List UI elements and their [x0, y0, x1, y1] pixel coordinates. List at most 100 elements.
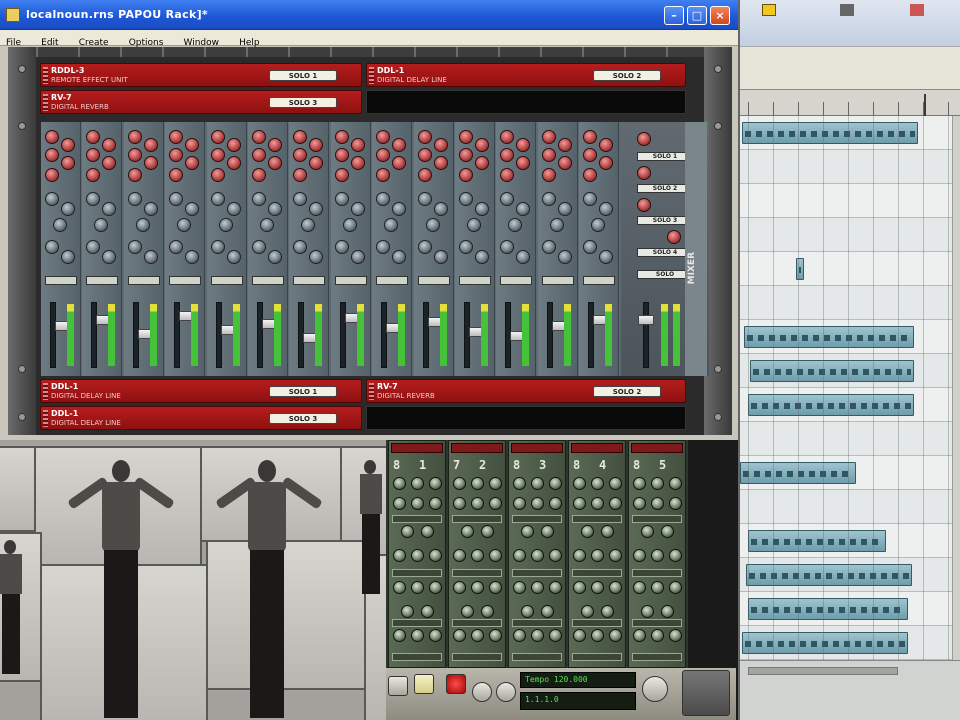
synth-knob[interactable]: [549, 477, 562, 490]
device-rv7-bottom[interactable]: RV-7 DIGITAL REVERB SOLO 2: [366, 379, 686, 403]
aux-send-knob[interactable]: [252, 192, 266, 206]
eq-knob[interactable]: [334, 168, 349, 182]
channel-label-strip[interactable]: [252, 276, 284, 285]
aux-send-knob[interactable]: [169, 240, 184, 254]
device-grip-icon[interactable]: [369, 67, 374, 84]
channel-fader-track[interactable]: [91, 302, 113, 368]
aux-send-knob[interactable]: [475, 250, 489, 264]
aux-send-knob[interactable]: [433, 250, 448, 264]
synth-knob[interactable]: [609, 549, 622, 562]
eq-knob[interactable]: [599, 138, 614, 152]
synth-knob[interactable]: [411, 497, 424, 510]
sequencer-track-lane[interactable]: [740, 320, 952, 354]
channel-fader-track[interactable]: [464, 302, 485, 368]
eq-knob[interactable]: [541, 168, 556, 182]
note-clip[interactable]: [744, 326, 914, 348]
fast-forward-button[interactable]: [496, 682, 516, 702]
channel-label-strip[interactable]: [417, 276, 450, 285]
aux-send-knob[interactable]: [516, 202, 531, 216]
aux-send-knob[interactable]: [61, 250, 75, 264]
synth-knob[interactable]: [661, 525, 674, 538]
synth-knob[interactable]: [489, 477, 502, 490]
eq-knob[interactable]: [169, 130, 184, 144]
eq-knob[interactable]: [293, 168, 308, 182]
synth-knob[interactable]: [633, 581, 646, 594]
eq-knob[interactable]: [45, 148, 59, 162]
aux-send-knob[interactable]: [309, 202, 324, 216]
synth-knob[interactable]: [513, 581, 526, 594]
aux-send-knob[interactable]: [342, 218, 357, 232]
channel-fader-track[interactable]: [132, 302, 154, 368]
eq-knob[interactable]: [86, 130, 101, 144]
eq-knob[interactable]: [102, 138, 117, 152]
channel-fader-track[interactable]: [381, 302, 403, 368]
eq-knob[interactable]: [102, 156, 117, 170]
synth-knob[interactable]: [573, 497, 586, 510]
channel-fader-track[interactable]: [588, 302, 610, 368]
channel-fader-track[interactable]: [215, 302, 237, 368]
note-clip[interactable]: [746, 564, 912, 586]
aux-send-knob[interactable]: [583, 192, 598, 206]
note-clip[interactable]: [748, 530, 886, 552]
eq-knob[interactable]: [226, 138, 241, 152]
aux-send-knob[interactable]: [293, 192, 308, 206]
device-grip-icon[interactable]: [43, 410, 48, 427]
aux-send-knob[interactable]: [557, 202, 572, 216]
aux-send-knob[interactable]: [86, 192, 101, 206]
aux-send-knob[interactable]: [334, 192, 349, 206]
synth-knob[interactable]: [601, 525, 614, 538]
synth-knob[interactable]: [531, 549, 544, 562]
aux-send-knob[interactable]: [268, 202, 282, 216]
synth-knob[interactable]: [471, 581, 484, 594]
synth-knob[interactable]: [513, 477, 526, 490]
sequencer-track-lane[interactable]: [740, 422, 952, 456]
synth-knob[interactable]: [489, 497, 502, 510]
eq-knob[interactable]: [334, 130, 349, 144]
eq-knob[interactable]: [127, 148, 142, 162]
aux-send-knob[interactable]: [86, 240, 101, 254]
sequencer-track-lane[interactable]: [740, 150, 952, 184]
eq-knob[interactable]: [459, 168, 473, 182]
device-grip-icon[interactable]: [43, 383, 48, 400]
eq-knob[interactable]: [392, 138, 407, 152]
maximize-button[interactable]: □: [687, 6, 707, 25]
eq-knob[interactable]: [475, 138, 489, 152]
channel-fader-track[interactable]: [339, 302, 361, 368]
synth-knob[interactable]: [531, 477, 544, 490]
eq-knob[interactable]: [541, 130, 556, 144]
synth-knob[interactable]: [573, 581, 586, 594]
synth-knob[interactable]: [471, 497, 484, 510]
synth-knob[interactable]: [541, 525, 554, 538]
synth-knob[interactable]: [591, 549, 604, 562]
device-patch-button[interactable]: SOLO 1: [269, 386, 337, 397]
synth-knob[interactable]: [429, 497, 442, 510]
sequencer-track-lane[interactable]: [740, 286, 952, 320]
master-knob[interactable]: [667, 230, 681, 244]
aux-send-knob[interactable]: [599, 250, 614, 264]
synth-knob[interactable]: [461, 605, 474, 618]
aux-send-knob[interactable]: [61, 202, 75, 216]
synth-knob[interactable]: [393, 477, 406, 490]
device-grip-icon[interactable]: [43, 67, 48, 84]
synth-knob[interactable]: [481, 605, 494, 618]
aux-send-knob[interactable]: [127, 240, 142, 254]
eq-knob[interactable]: [210, 168, 225, 182]
aux-send-knob[interactable]: [143, 202, 158, 216]
channel-label-strip[interactable]: [459, 276, 491, 285]
synth-knob[interactable]: [591, 497, 604, 510]
aux-send-knob[interactable]: [185, 202, 200, 216]
synth-knob[interactable]: [633, 629, 646, 642]
device-ddl-bottom[interactable]: DDL-1 DIGITAL DELAY LINE SOLO 1: [40, 379, 362, 403]
aux-send-knob[interactable]: [475, 202, 489, 216]
synth-knob[interactable]: [421, 525, 434, 538]
eq-knob[interactable]: [309, 138, 324, 152]
synth-knob[interactable]: [669, 581, 682, 594]
channel-label-strip[interactable]: [293, 276, 326, 285]
synth-knob[interactable]: [471, 477, 484, 490]
channel-label-strip[interactable]: [45, 276, 77, 285]
channel-label-strip[interactable]: [500, 276, 533, 285]
aux-send-knob[interactable]: [143, 250, 158, 264]
aux-send-knob[interactable]: [500, 240, 515, 254]
aux-send-knob[interactable]: [94, 218, 109, 232]
synth-knob[interactable]: [411, 549, 424, 562]
